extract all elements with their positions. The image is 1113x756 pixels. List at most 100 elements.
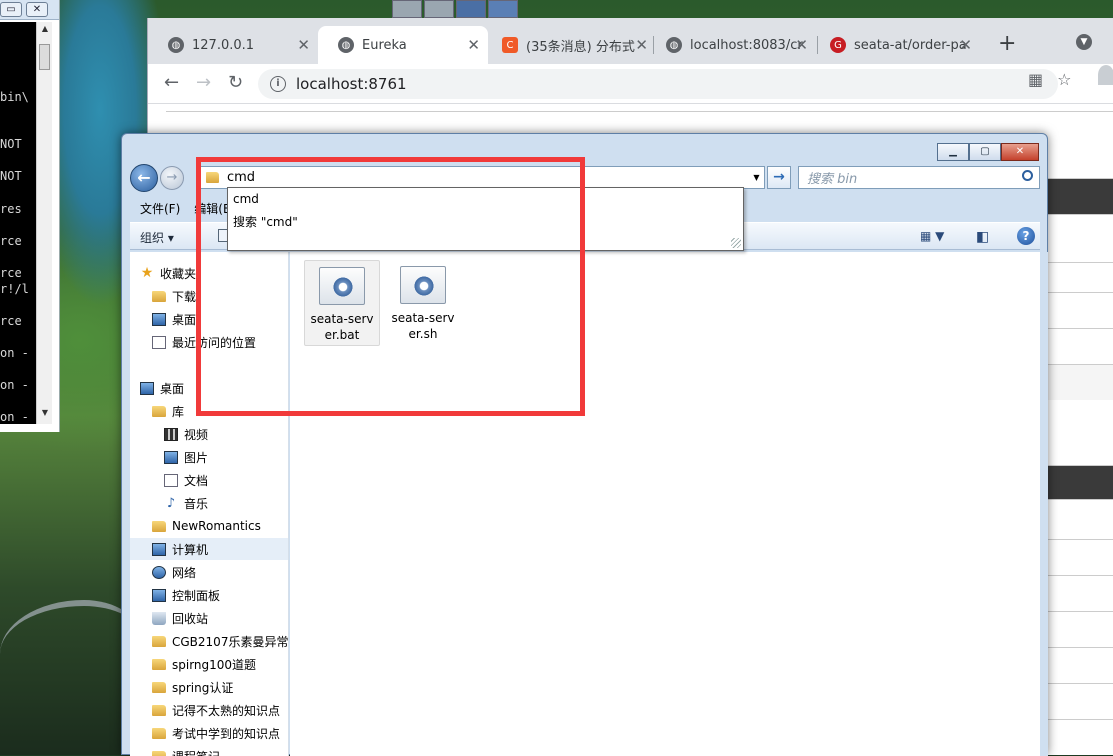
- thumbnail[interactable]: [456, 0, 486, 18]
- new-tab-button[interactable]: +: [998, 31, 1016, 56]
- organize-button[interactable]: 组织 ▾: [140, 229, 174, 246]
- back-arrow-icon[interactable]: ←: [164, 72, 179, 93]
- close-button[interactable]: ✕: [1001, 143, 1039, 161]
- gitee-icon: G: [830, 37, 846, 53]
- minimize-button[interactable]: ▁: [937, 143, 969, 161]
- page-dark-band: [1045, 465, 1113, 499]
- console-line: on -: [0, 378, 29, 392]
- explorer-search-input[interactable]: 搜索 bin: [798, 166, 1040, 189]
- document-icon: [164, 474, 178, 487]
- music-icon: ♪: [164, 497, 178, 510]
- console-restore-button[interactable]: ▭: [0, 2, 22, 17]
- video-icon: [164, 428, 178, 441]
- page-row: [1045, 262, 1113, 292]
- nav-label: 音乐: [184, 495, 208, 512]
- folder-icon: [152, 659, 166, 670]
- close-icon[interactable]: ✕: [297, 36, 310, 54]
- tab-eureka[interactable]: ◍ Eureka ✕: [318, 26, 488, 64]
- nav-folder[interactable]: 考试中学到的知识点: [130, 722, 289, 744]
- nav-computer[interactable]: 计算机: [130, 538, 289, 560]
- menu-file[interactable]: 文件(F): [140, 200, 180, 220]
- nav-videos[interactable]: 视频: [130, 423, 289, 445]
- preview-pane-icon[interactable]: ◧: [976, 229, 989, 245]
- tab-title: Eureka: [362, 38, 407, 53]
- nav-documents[interactable]: 文档: [130, 469, 289, 491]
- view-options-icon[interactable]: ▦ ▼: [920, 229, 944, 243]
- qr-code-icon[interactable]: ▦: [1028, 70, 1043, 89]
- nav-label: 记得不太熟的知识点: [172, 702, 280, 719]
- nav-user-folder[interactable]: NewRomantics: [130, 515, 289, 537]
- tab-seata-at[interactable]: G seata-at/order-pa ✕: [810, 26, 980, 64]
- thumbnail[interactable]: [392, 0, 422, 18]
- nav-label: CGB2107乐素曼异常: [172, 633, 288, 650]
- tab-127[interactable]: ◍ 127.0.0.1 ✕: [148, 26, 318, 64]
- maximize-button[interactable]: ▢: [969, 143, 1001, 161]
- forward-arrow-icon[interactable]: →: [196, 72, 211, 93]
- thumbnail[interactable]: [488, 0, 518, 18]
- url-text[interactable]: localhost:8761: [296, 75, 407, 93]
- nav-label: 下载: [172, 288, 196, 305]
- star-icon: ★: [140, 267, 154, 280]
- tab-localhost-8083[interactable]: ◍ localhost:8083/cr ✕: [646, 26, 816, 64]
- console-line: bin\: [0, 90, 29, 104]
- library-icon: [152, 406, 166, 417]
- profile-avatar-icon[interactable]: [1098, 65, 1113, 85]
- tab-csdn[interactable]: C (35条消息) 分布式 ✕: [484, 26, 654, 64]
- help-icon[interactable]: ?: [1017, 227, 1035, 245]
- recycle-bin-icon: [152, 612, 166, 625]
- search-icon[interactable]: [1022, 170, 1033, 181]
- nav-control-panel[interactable]: 控制面板: [130, 584, 289, 606]
- console-window[interactable]: ▭ ✕ bin\ NOT NOT res rce rce r!/l rce on…: [0, 0, 60, 432]
- folder-icon: [152, 728, 166, 739]
- close-icon[interactable]: ✕: [959, 36, 972, 54]
- forward-button[interactable]: →: [160, 166, 184, 190]
- nav-label: 库: [172, 403, 184, 420]
- scroll-up-arrow-icon[interactable]: ▲: [37, 24, 53, 38]
- window-frame-edge: [1040, 252, 1048, 756]
- nav-folder[interactable]: 课程笔记: [130, 745, 289, 756]
- thumbnail[interactable]: [424, 0, 454, 18]
- console-scroll-thumb[interactable]: [39, 44, 50, 70]
- site-info-icon[interactable]: i: [270, 76, 286, 92]
- omnibox-actions: ▦ ☆: [1028, 70, 1071, 89]
- nav-label: 回收站: [172, 610, 208, 627]
- nav-folder[interactable]: 记得不太熟的知识点: [130, 699, 289, 721]
- tab-title: 127.0.0.1: [192, 38, 254, 53]
- folder-icon: [152, 751, 166, 756]
- nav-label: NewRomantics: [172, 519, 261, 533]
- nav-folder[interactable]: spirng100道题: [130, 653, 289, 675]
- window-caption-buttons: ▁ ▢ ✕: [937, 143, 1039, 161]
- reload-icon[interactable]: ↻: [228, 72, 243, 93]
- console-close-button[interactable]: ✕: [26, 2, 48, 17]
- nav-folder[interactable]: CGB2107乐素曼异常: [130, 630, 289, 652]
- console-scrollbar[interactable]: ▲ ▼: [36, 22, 52, 424]
- resize-grip-icon[interactable]: [731, 238, 741, 248]
- console-line: on -: [0, 410, 29, 424]
- tab-search-icon[interactable]: ▼: [1076, 34, 1092, 50]
- console-line: NOT: [0, 137, 22, 151]
- page-row: [1045, 539, 1113, 575]
- downloads-folder-icon: [152, 291, 166, 302]
- scroll-down-arrow-icon[interactable]: ▼: [37, 408, 53, 422]
- page-row: [1045, 647, 1113, 683]
- console-titlebar[interactable]: ▭ ✕: [0, 0, 59, 20]
- nav-network[interactable]: 网络: [130, 561, 289, 583]
- nav-recycle-bin[interactable]: 回收站: [130, 607, 289, 629]
- close-icon[interactable]: ✕: [467, 36, 480, 54]
- tab-title: (35条消息) 分布式: [526, 36, 635, 55]
- close-icon[interactable]: ✕: [795, 36, 808, 54]
- back-button[interactable]: ←: [130, 164, 158, 192]
- nav-folder[interactable]: spring认证: [130, 676, 289, 698]
- tab-strip: ◍ 127.0.0.1 ✕ ◍ Eureka ✕ C (35条消息) 分布式 ✕…: [148, 18, 1113, 64]
- nav-music[interactable]: ♪ 音乐: [130, 492, 289, 514]
- go-arrow-button[interactable]: →: [767, 166, 791, 189]
- address-bar[interactable]: i localhost:8761: [258, 69, 1058, 99]
- page-row: [1045, 214, 1113, 262]
- wallpaper-road: [0, 600, 140, 690]
- network-icon: [152, 566, 166, 579]
- nav-label: 考试中学到的知识点: [172, 725, 280, 742]
- nav-label: 桌面: [160, 380, 184, 397]
- bookmark-star-icon[interactable]: ☆: [1057, 70, 1071, 89]
- nav-pictures[interactable]: 图片: [130, 446, 289, 468]
- address-dropdown-icon[interactable]: ▼: [749, 166, 765, 189]
